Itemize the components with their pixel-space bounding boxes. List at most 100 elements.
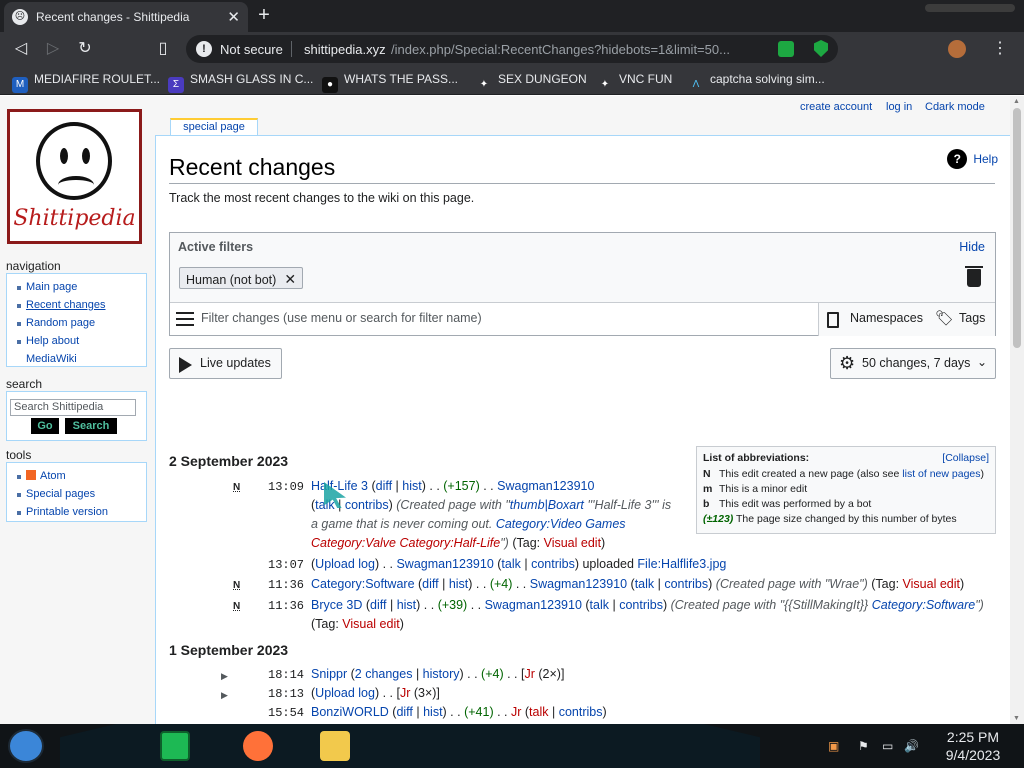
scroll-down-icon[interactable]: ▼	[1013, 715, 1020, 722]
new-tab-button[interactable]: +	[254, 5, 274, 26]
namespaces-button[interactable]: Namespaces	[850, 311, 923, 325]
expand-arrow-icon[interactable]: ▶	[221, 671, 228, 682]
back-icon[interactable]: ◁	[10, 38, 32, 60]
trash-icon[interactable]	[965, 266, 983, 287]
search-input[interactable]: Search Shittipedia	[10, 399, 136, 416]
help-icon: ?	[947, 149, 968, 169]
nav-main-page[interactable]: Main page	[15, 278, 146, 296]
menu-icon[interactable]	[176, 312, 194, 326]
page-link[interactable]: Category:Software	[311, 577, 415, 591]
tag-link[interactable]: Visual edit	[544, 536, 601, 550]
network-icon[interactable]: ▭	[882, 739, 893, 753]
tool-printable[interactable]: Printable version	[15, 503, 146, 521]
tab-close-icon[interactable]: ✕	[227, 8, 240, 26]
change-row-cont: a game that is never coming out. Categor…	[311, 517, 626, 531]
new-pages-link[interactable]: list of new pages	[902, 468, 980, 480]
bookmark-site-icon: ✦	[479, 79, 489, 90]
browser-menu-icon[interactable]: ⋮	[992, 38, 1008, 58]
new-page-flag: N	[233, 482, 241, 493]
reload-icon[interactable]: ↻	[74, 38, 96, 60]
expand-arrow-icon[interactable]: ▶	[221, 690, 228, 701]
scroll-up-icon[interactable]: ▲	[1013, 98, 1020, 105]
filter-search-input[interactable]: Filter changes (use menu or search for f…	[201, 311, 482, 325]
tags-button[interactable]: Tags	[959, 311, 985, 325]
sad-face-icon	[36, 122, 112, 200]
dark-mode-toggle[interactable]: Cdark mode	[925, 101, 985, 113]
browser-tab[interactable]: ☹ Recent changes - Shittipedia ✕	[4, 2, 248, 32]
forward-icon[interactable]: ▷	[42, 38, 64, 60]
page-title: Recent changes	[169, 154, 995, 184]
notes-app-icon[interactable]	[160, 731, 190, 761]
page-link[interactable]: Half-Life 3	[311, 479, 368, 493]
change-time: 11:36	[268, 599, 305, 613]
page-scrollbar[interactable]: ▲ ▼	[1010, 96, 1024, 724]
nav-help-cont[interactable]: MediaWiki	[15, 350, 146, 368]
not-secure-label: Not secure	[220, 42, 283, 57]
upload-log-link[interactable]: Upload log	[315, 557, 375, 571]
user-link[interactable]: Swagman123910	[485, 598, 582, 612]
nav-recent-changes[interactable]: Recent changes	[15, 296, 146, 314]
bookmark-item[interactable]: Σ SMASH GLASS IN C...	[168, 72, 313, 93]
nav-help[interactable]: Help about	[15, 332, 146, 350]
tab-search-strip[interactable]	[925, 4, 1015, 12]
browser-tab-bar: ☹ Recent changes - Shittipedia ✕ +	[0, 0, 1024, 32]
search-heading: search	[6, 377, 43, 391]
nav-random-page[interactable]: Random page	[15, 314, 146, 332]
file-explorer-icon[interactable]	[320, 731, 350, 761]
tool-special-pages[interactable]: Special pages	[15, 485, 146, 503]
bookmark-item[interactable]: Λcaptcha solving sim...	[688, 72, 825, 93]
remove-filter-icon[interactable]: ✕	[284, 271, 296, 287]
site-info-icon[interactable]: !	[196, 41, 212, 57]
change-row: Bryce 3D (diff | hist) . . (+39) . . Swa…	[311, 598, 984, 612]
firefox-icon[interactable]	[243, 731, 273, 761]
navigation-portal: Main page Recent changes Random page Hel…	[6, 273, 147, 367]
page-link[interactable]: Bryce 3D	[311, 598, 362, 612]
hide-filters-link[interactable]: Hide	[959, 240, 985, 254]
bookmark-item[interactable]: ✦ VNC FUN	[597, 72, 673, 93]
page-link[interactable]: BonziWORLD	[311, 705, 389, 719]
bookmark-item[interactable]: ● WHATS THE PASS...	[322, 72, 458, 93]
login-link[interactable]: log in	[886, 101, 912, 113]
system-clock[interactable]: 2:25 PM 9/4/2023	[928, 728, 1018, 764]
user-link[interactable]: Swagman123910	[530, 577, 627, 591]
extension-icon[interactable]	[778, 41, 794, 57]
bookmark-site-icon: ●	[322, 77, 338, 93]
search-button[interactable]: Search	[65, 418, 117, 434]
help-button[interactable]: ? Help	[947, 149, 998, 169]
tab-special-page[interactable]: special page	[170, 118, 258, 136]
bookmark-star-icon[interactable]: ▯	[152, 38, 174, 60]
address-bar[interactable]: ! Not secure shittipedia.xyz /index.php/…	[186, 35, 838, 63]
url-path: /index.php/Special:RecentChanges?hidebot…	[391, 42, 730, 57]
volume-icon[interactable]: 🔊	[904, 739, 919, 753]
live-updates-button[interactable]: Live updates	[169, 348, 282, 379]
go-button[interactable]: Go	[31, 418, 59, 434]
create-account-link[interactable]: create account	[800, 101, 872, 113]
scrollbar-thumb[interactable]	[1013, 108, 1021, 348]
filter-chip[interactable]: Human (not bot) ✕	[179, 267, 304, 289]
new-page-flag: N	[233, 580, 241, 591]
bookmark-site-icon: ✦	[600, 79, 610, 90]
flag-icon[interactable]: ⚑	[858, 739, 869, 753]
bookmark-item[interactable]: ✦ SEX DUNGEON	[476, 72, 587, 93]
tool-atom[interactable]: Atom	[15, 467, 146, 485]
start-button[interactable]	[8, 729, 44, 763]
site-logo[interactable]: Shittipedia	[7, 109, 142, 244]
user-link[interactable]: Swagman123910	[396, 557, 493, 571]
main-content: Recent changes ? Help Track the most rece…	[155, 135, 1010, 724]
page-link[interactable]: Snippr	[311, 667, 347, 681]
bookmark-item[interactable]: M MEDIAFIRE ROULET...	[12, 72, 160, 93]
profile-avatar[interactable]	[948, 40, 966, 58]
filters-widget: Active filters Hide Human (not bot) ✕ Fil…	[169, 232, 996, 336]
contribs-link[interactable]: contribs	[345, 498, 389, 512]
limits-dropdown[interactable]: ⚙ 50 changes, 7 days ⌄	[830, 348, 996, 379]
user-link[interactable]: Swagman123910	[497, 479, 594, 493]
wiki-page: Shittipedia navigation Main page Recent …	[0, 96, 1010, 724]
collapse-link[interactable]: [Collapse]	[942, 452, 989, 464]
shield-extension-icon[interactable]	[814, 40, 828, 57]
hist-link[interactable]: hist	[402, 479, 421, 493]
tray-app-icon[interactable]: ▣	[828, 739, 839, 753]
active-filters-title: Active filters	[178, 240, 254, 254]
diff-link[interactable]: diff	[376, 479, 392, 493]
file-link[interactable]: File:Halflife3.jpg	[637, 557, 726, 571]
tools-heading: tools	[6, 448, 32, 462]
